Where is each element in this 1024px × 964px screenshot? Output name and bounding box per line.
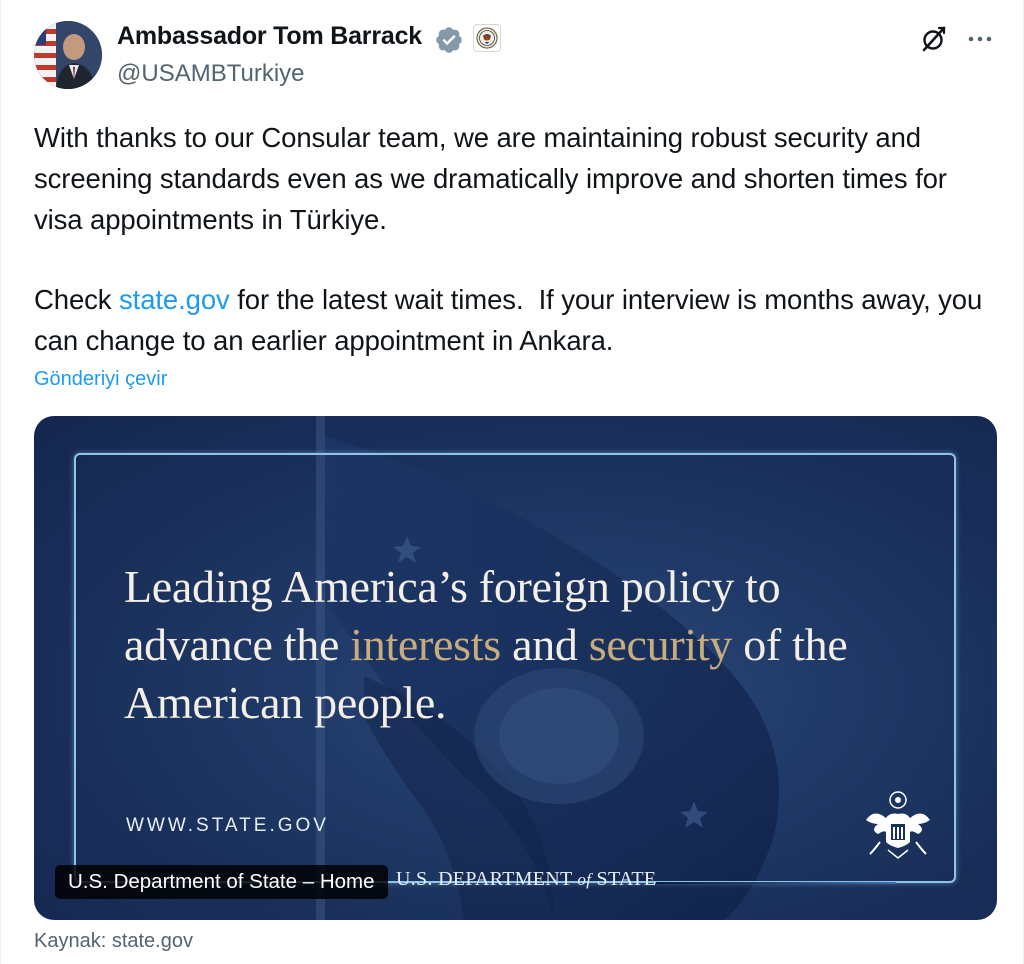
headline-security: security: [588, 619, 733, 670]
card-headline: Leading America’s foreign policy to adva…: [124, 558, 924, 732]
tweet-text: With thanks to our Consular team, we are…: [34, 118, 984, 362]
department-wordmark: U.S. DEPARTMENT of STATE: [396, 868, 656, 891]
author-handle[interactable]: @USAMBTurkiye: [117, 60, 305, 88]
card-site-url: WWW.STATE.GOV: [126, 815, 329, 836]
headline-of-the: of the: [732, 619, 848, 670]
wordmark-rule: [656, 882, 896, 884]
card-source[interactable]: Kaynak: state.gov: [34, 930, 193, 953]
dept-us-department: U.S. DEPARTMENT: [396, 868, 578, 890]
check-text: Check: [34, 284, 119, 316]
state-department-seal-icon: [473, 24, 501, 52]
headline-line-3: American people.: [124, 677, 447, 728]
tweet-paragraph-2: Check state.gov for the latest wait time…: [34, 280, 984, 362]
translate-post-link[interactable]: Gönderiyi çevir: [34, 368, 167, 391]
tweet-paragraph-1: With thanks to our Consular team, we are…: [34, 122, 955, 235]
link-card[interactable]: Leading America’s foreign policy to adva…: [34, 416, 997, 920]
headline-line-2: advance the interests and security of th…: [124, 616, 924, 674]
dept-state: STATE: [591, 868, 657, 890]
author-name[interactable]: Ambassador Tom Barrack: [117, 22, 422, 51]
headline-line-1: Leading America’s foreign policy to: [124, 561, 781, 612]
headline-and: and: [500, 619, 589, 670]
dept-of: of: [577, 870, 592, 889]
state-gov-link[interactable]: state.gov: [119, 284, 230, 315]
more-options-icon[interactable]: [965, 26, 995, 52]
eagle-seal-icon: [866, 791, 930, 859]
headline-interests: interests: [350, 619, 501, 670]
headline-advance: advance the: [124, 619, 351, 670]
tweet: Ambassador Tom Barrack @USAMBTurkiye Wit…: [0, 0, 1024, 964]
grok-icon[interactable]: [919, 24, 949, 54]
avatar[interactable]: [34, 21, 102, 89]
avatar-photo: [34, 21, 102, 89]
verified-badge-icon: [436, 27, 462, 53]
card-title-label[interactable]: U.S. Department of State – Home: [55, 865, 388, 899]
